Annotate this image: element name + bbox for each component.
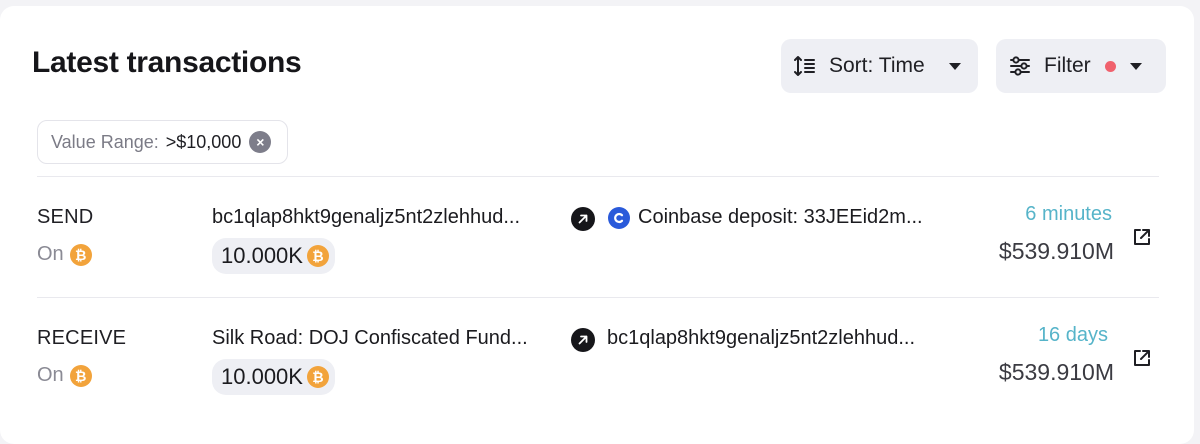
tx-to-label: bc1qlap8hkt9genaljz5nt2zlehhud... <box>607 327 916 349</box>
tx-to-label: Coinbase deposit: 33JEEid2m... <box>638 206 923 228</box>
tx-from-address[interactable]: Silk Road: DOJ Confiscated Fund... <box>212 327 528 350</box>
tx-amount-badge: 10.000K ₿ <box>212 238 335 274</box>
bitcoin-icon: ₿ <box>306 245 329 267</box>
divider <box>37 297 1159 298</box>
tx-amount: 10.000K <box>221 243 303 268</box>
filter-chip-value: >$10,000 <box>165 131 242 152</box>
sort-label: Sort: Time <box>829 54 925 77</box>
tx-usd-value: $539.910M <box>998 238 1114 264</box>
bitcoin-icon: ₿ <box>306 366 329 388</box>
tx-to-address[interactable]: Coinbase deposit: 33JEEid2m... <box>608 206 923 229</box>
arrow-up-right-icon <box>571 207 595 231</box>
filter-active-dot <box>1105 61 1116 72</box>
transactions-card: Latest transactions Sort: Time Filter Va… <box>0 6 1194 444</box>
table-row: RECEIVE On ₿ Silk Road: DOJ Confiscated … <box>0 301 1194 421</box>
divider <box>37 176 1159 177</box>
filter-label: Filter <box>1044 54 1091 77</box>
external-link-icon[interactable] <box>1131 226 1153 248</box>
chevron-down-icon <box>1130 63 1142 70</box>
tx-amount-badge: 10.000K ₿ <box>212 359 335 395</box>
tx-time: 16 days <box>1037 324 1108 346</box>
sort-button[interactable]: Sort: Time <box>781 39 978 93</box>
tx-chain-label: On <box>37 364 64 386</box>
tx-usd-value: $539.910M <box>998 359 1114 385</box>
table-row: SEND On ₿ bc1qlap8hkt9genaljz5nt2zlehhud… <box>0 180 1194 300</box>
arrow-up-right-icon <box>571 328 595 352</box>
filter-button[interactable]: Filter <box>996 39 1166 93</box>
external-link-icon[interactable] <box>1131 347 1153 369</box>
tx-chain: On ₿ <box>37 243 92 266</box>
bitcoin-icon: ₿ <box>69 243 92 266</box>
tx-chain: On ₿ <box>37 364 92 387</box>
sliders-icon <box>1008 54 1032 78</box>
filter-chip-key: Value Range: <box>51 131 159 152</box>
tx-type: RECEIVE <box>37 327 127 349</box>
filter-chip-value-range: Value Range: >$10,000 × <box>37 120 288 164</box>
tx-from-address[interactable]: bc1qlap8hkt9genaljz5nt2zlehhud... <box>212 206 520 229</box>
sort-icon <box>793 54 817 78</box>
close-icon[interactable]: × <box>249 131 272 153</box>
chevron-down-icon <box>949 63 961 70</box>
tx-chain-label: On <box>37 243 64 265</box>
tx-amount: 10.000K <box>221 364 303 389</box>
tx-time: 6 minutes <box>1025 203 1112 225</box>
bitcoin-icon: ₿ <box>69 364 92 387</box>
coinbase-icon <box>608 206 630 229</box>
page-title: Latest transactions <box>32 46 302 79</box>
tx-type: SEND <box>37 206 94 228</box>
tx-to-address[interactable]: bc1qlap8hkt9genaljz5nt2zlehhud... <box>607 327 915 350</box>
